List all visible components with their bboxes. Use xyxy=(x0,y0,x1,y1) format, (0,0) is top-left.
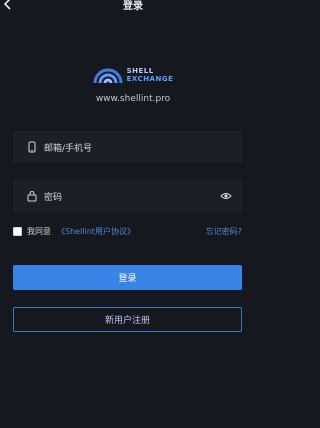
forgot-password-link[interactable]: 忘记密码? xyxy=(206,226,242,237)
agree-label: 我同意 xyxy=(27,226,51,236)
password-placeholder: 密码 xyxy=(44,192,63,203)
user-agreement-link[interactable]: 《Shellint用户协议》 xyxy=(57,226,135,237)
page-title: 登录 xyxy=(123,0,143,12)
phone-icon xyxy=(28,141,36,153)
register-button[interactable]: 新用户注册 xyxy=(13,307,242,332)
agree-checkbox[interactable] xyxy=(13,226,22,236)
account-input[interactable]: 邮箱/手机号 xyxy=(13,131,242,163)
logo-line1: SHELL xyxy=(126,67,154,75)
lock-icon xyxy=(27,191,37,202)
password-input[interactable]: 密码 xyxy=(13,180,242,212)
brand-logo: SHELL EXCHANGE www.shellint.pro xyxy=(0,66,266,104)
shell-logo-icon xyxy=(93,68,123,84)
account-placeholder: 邮箱/手机号 xyxy=(44,143,93,154)
eye-icon[interactable] xyxy=(220,190,232,202)
logo-line2: EXCHANGE xyxy=(126,75,174,83)
login-button[interactable]: 登录 xyxy=(13,265,242,290)
website-url: www.shellint.pro xyxy=(95,94,171,104)
chevron-left-icon[interactable] xyxy=(2,0,14,12)
header-bar: 登录 xyxy=(0,0,266,14)
agreement-row: 我同意 《Shellint用户协议》 忘记密码? xyxy=(13,224,242,238)
